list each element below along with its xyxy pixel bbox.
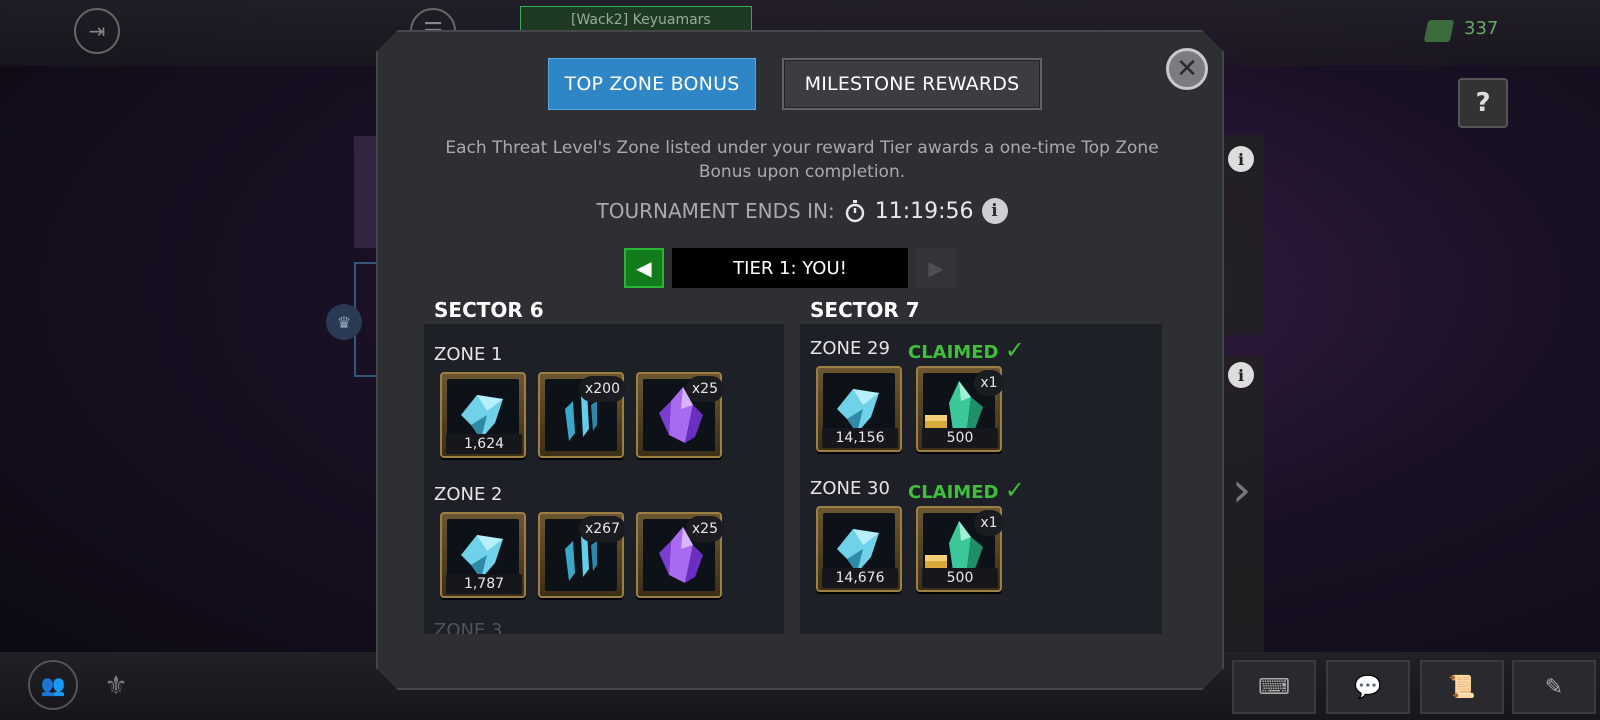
item-quantity: 1,787 xyxy=(446,574,522,594)
item-count: x25 xyxy=(686,376,724,402)
currency-display: 337 xyxy=(1420,18,1580,46)
reward-item[interactable]: x267 xyxy=(538,512,624,598)
reward-item[interactable]: x25 xyxy=(636,372,722,458)
exit-icon[interactable]: ⇥ xyxy=(74,8,120,54)
item-count: x200 xyxy=(579,376,626,402)
zone-title: ZONE 1 xyxy=(434,344,503,365)
keyboard-icon[interactable]: ⌨ xyxy=(1232,660,1316,714)
stopwatch-icon xyxy=(843,199,867,223)
timer-label: TOURNAMENT ENDS IN: xyxy=(596,199,835,223)
tournament-timer: TOURNAMENT ENDS IN: 11:19:56 i xyxy=(378,198,1226,224)
currency-icon xyxy=(1423,20,1455,42)
claimed-label: CLAIMED xyxy=(908,482,999,503)
close-icon[interactable]: ✕ xyxy=(1166,48,1208,90)
item-quantity: 500 xyxy=(922,568,998,588)
zone-title: ZONE 2 xyxy=(434,484,503,505)
zone-title: ZONE 3 xyxy=(434,620,503,634)
bird-icon[interactable]: ⚜ xyxy=(96,664,136,708)
scroll-icon[interactable]: 📜 xyxy=(1420,660,1504,714)
timer-value: 11:19:56 xyxy=(874,198,974,224)
sector-title: SECTOR 6 xyxy=(434,298,544,322)
reward-item[interactable]: 14,676 xyxy=(816,506,902,592)
claimed-label: CLAIMED xyxy=(908,342,999,363)
chat-icon[interactable]: 💬 xyxy=(1326,660,1410,714)
checkmark-icon: ✓ xyxy=(1004,336,1025,364)
reward-item[interactable]: 14,156 xyxy=(816,366,902,452)
tier-label: TIER 1: YOU! xyxy=(672,248,908,288)
reward-item[interactable]: x1 500 xyxy=(916,506,1002,592)
tier-next-button[interactable]: ▶ xyxy=(916,248,956,288)
info-icon[interactable]: i xyxy=(982,198,1008,224)
tier-prev-button[interactable]: ◀ xyxy=(624,248,664,288)
tab-milestone-rewards[interactable]: MILESTONE REWARDS xyxy=(782,58,1042,110)
checkmark-icon: ✓ xyxy=(1004,476,1025,504)
claimed-badge: CLAIMED ✓ xyxy=(908,336,1025,364)
sector-panel: ZONE 1 1,624 x200 x25 ZONE 2 1,787 x267 … xyxy=(424,324,784,634)
reward-item[interactable]: 1,787 xyxy=(440,512,526,598)
reward-item[interactable]: x25 xyxy=(636,512,722,598)
zone-title: ZONE 29 xyxy=(810,338,890,359)
crown-icon: ♛ xyxy=(326,304,362,340)
reward-item[interactable]: x200 xyxy=(538,372,624,458)
info-icon[interactable]: i xyxy=(1228,146,1254,172)
notes-icon[interactable]: ✎ xyxy=(1512,660,1596,714)
sector-title: SECTOR 7 xyxy=(810,298,920,322)
zone-title: ZONE 30 xyxy=(810,478,890,499)
claimed-badge: CLAIMED ✓ xyxy=(908,476,1025,504)
item-count: x1 xyxy=(974,370,1004,396)
currency-value: 337 xyxy=(1464,18,1499,39)
item-quantity: 14,156 xyxy=(822,428,898,448)
reward-item[interactable]: 1,624 xyxy=(440,372,526,458)
item-quantity: 14,676 xyxy=(822,568,898,588)
info-icon[interactable]: i xyxy=(1228,362,1254,388)
alliance-icon[interactable]: 👥 xyxy=(28,660,78,710)
top-zone-bonus-modal: ✕ TOP ZONE BONUS MILESTONE REWARDS Each … xyxy=(376,30,1224,690)
item-count: x25 xyxy=(686,516,724,542)
chevron-right-icon[interactable]: › xyxy=(1232,462,1251,518)
tab-top-zone-bonus[interactable]: TOP ZONE BONUS xyxy=(548,58,756,110)
item-count: x267 xyxy=(579,516,626,542)
sector-panel: ZONE 29 CLAIMED ✓ 14,156 x1 500 ZONE 30 … xyxy=(800,324,1162,634)
item-count: x1 xyxy=(974,510,1004,536)
description-text: Each Threat Level's Zone listed under yo… xyxy=(445,138,1159,182)
item-quantity: 1,624 xyxy=(446,434,522,454)
item-quantity: 500 xyxy=(922,428,998,448)
reward-item[interactable]: x1 500 xyxy=(916,366,1002,452)
help-icon[interactable]: ? xyxy=(1458,78,1508,128)
